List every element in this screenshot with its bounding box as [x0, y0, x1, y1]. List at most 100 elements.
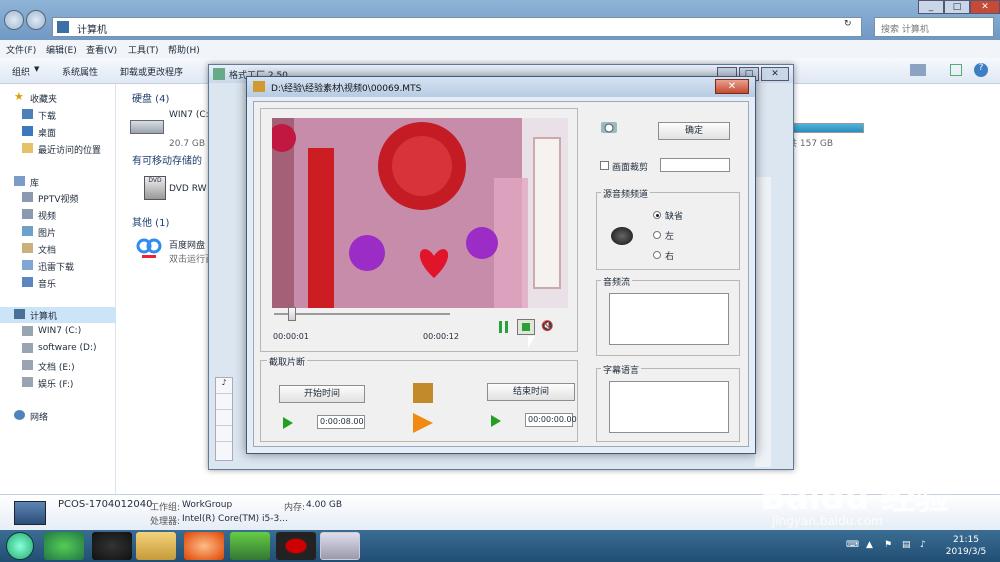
seek-slider-thumb[interactable]	[288, 307, 296, 321]
nav-libraries[interactable]: 库	[0, 174, 116, 190]
subtitle-list[interactable]	[609, 381, 729, 433]
other-section-header[interactable]: 其他 (1)	[132, 214, 169, 229]
baidu-netdisk-name[interactable]: 百度网盘	[169, 238, 205, 251]
taskbar-format-factory-icon[interactable]	[320, 532, 360, 560]
drive-size: 共 157 GB	[788, 139, 834, 149]
taskbar-firefox-icon[interactable]	[184, 532, 224, 560]
ff-close-button[interactable]: ✕	[761, 67, 789, 81]
forward-icon[interactable]	[26, 10, 46, 30]
nav-libraries-label: 库	[30, 179, 40, 189]
help-icon[interactable]: ?	[974, 63, 988, 77]
nav-item-label: 桌面	[38, 129, 57, 139]
nav-item-label: 图片	[38, 229, 57, 239]
start-button[interactable]	[6, 532, 34, 560]
taskbar-folder-icon[interactable]	[136, 532, 176, 560]
nav-network[interactable]: 网络	[0, 408, 116, 424]
baidu-watermark-url: jingyan.baidu.com	[772, 514, 883, 528]
preview-pane-icon[interactable]	[950, 64, 962, 76]
dvd-drive-icon: DVD	[144, 176, 166, 200]
ff-scrollbar[interactable]	[755, 177, 771, 467]
menu-help[interactable]: 帮助(H)	[168, 43, 200, 56]
seek-track[interactable]	[274, 313, 450, 315]
nav-item-video[interactable]: 视频	[0, 207, 116, 223]
ok-button[interactable]: 确定	[658, 122, 730, 140]
audio-stream-list[interactable]	[609, 293, 729, 345]
uninstall-button[interactable]: 卸载或更改程序	[120, 65, 183, 78]
ff-app-icon	[253, 81, 265, 92]
address-bar[interactable]: 计算机	[52, 17, 862, 37]
taskbar-qq-icon[interactable]	[92, 532, 132, 560]
nav-drive-f[interactable]: 娱乐 (F:)	[0, 375, 116, 391]
mute-icon[interactable]: 🔇	[541, 321, 553, 333]
channel-radio-left[interactable]	[653, 231, 661, 239]
view-options-icon[interactable]	[910, 64, 926, 76]
menu-edit[interactable]: 编辑(E)	[46, 43, 77, 56]
nav-item-documents[interactable]: 文档	[0, 241, 116, 257]
nav-item-downloads[interactable]: 下载	[0, 107, 116, 123]
drive-c-name[interactable]: WIN7 (C:)	[169, 110, 212, 120]
nav-drive-d[interactable]: software (D:)	[0, 341, 116, 357]
tray-network-icon[interactable]: ▤	[902, 540, 911, 550]
organize-button[interactable]: 组织	[12, 65, 30, 78]
ff-app-icon	[213, 68, 225, 80]
play-start-icon[interactable]	[283, 417, 293, 429]
nav-item-thunder[interactable]: 迅雷下载	[0, 258, 116, 274]
mouse-cursor-icon	[528, 336, 535, 348]
play-end-icon[interactable]	[491, 415, 501, 427]
search-placeholder: 搜索 计算机	[881, 25, 929, 35]
refresh-icon[interactable]: ↻	[844, 19, 858, 35]
crop-checkbox[interactable]	[600, 161, 609, 170]
tray-keyboard-icon[interactable]: ⌨	[846, 540, 859, 550]
audio-icon[interactable]: ♪	[216, 378, 232, 394]
hdd-section-header[interactable]: 硬盘 (4)	[132, 90, 169, 105]
library-icon	[14, 176, 25, 186]
end-time-input[interactable]: 00:00:00.00	[525, 413, 577, 427]
tray-volume-icon[interactable]: ♪	[920, 540, 926, 550]
tray-expand-icon[interactable]: ▲	[866, 540, 873, 550]
start-time-input[interactable]: 0:00:08.00	[317, 415, 365, 429]
taskbar-clock[interactable]: 21:15 2019/3/5	[936, 534, 996, 558]
back-icon[interactable]	[4, 10, 24, 30]
taskbar-pptv-icon[interactable]	[230, 532, 270, 560]
channel-radio-right[interactable]	[653, 251, 661, 259]
system-properties-button[interactable]: 系统属性	[62, 65, 98, 78]
video-preview	[272, 118, 568, 308]
disc-icon[interactable]	[216, 410, 232, 426]
tools-icon[interactable]	[216, 426, 232, 442]
search-input[interactable]: 搜索 计算机	[874, 17, 994, 37]
navigation-pane: ★ 收藏夹 下载 桌面 最近访问的位置 库 PPTV视频 视频 图片 文档 迅雷…	[0, 84, 116, 494]
nav-item-pictures[interactable]: 图片	[0, 224, 116, 240]
taskbar-app-360-icon[interactable]	[44, 532, 84, 560]
menu-file[interactable]: 文件(F)	[6, 43, 36, 56]
crop-input[interactable]	[660, 158, 730, 172]
audio-stream-group: 音频流	[596, 275, 740, 356]
minimize-button[interactable]: _	[918, 0, 944, 14]
menu-tools[interactable]: 工具(T)	[128, 43, 159, 56]
maximize-button[interactable]: □	[944, 0, 970, 14]
taskbar-recorder-icon[interactable]	[276, 532, 316, 560]
nav-drive-c[interactable]: WIN7 (C:)	[0, 324, 116, 340]
clip-dialog-close-button[interactable]: ✕	[715, 79, 749, 94]
nav-computer[interactable]: 计算机	[0, 307, 116, 323]
menu-view[interactable]: 查看(V)	[86, 43, 117, 56]
removable-section-header[interactable]: 有可移动存储的	[132, 152, 202, 167]
nav-favorites[interactable]: ★ 收藏夹	[0, 90, 116, 106]
dvd-drive-name[interactable]: DVD RW	[169, 184, 207, 194]
nav-item-recent[interactable]: 最近访问的位置	[0, 141, 116, 157]
organize-dropdown-icon[interactable]: ▼	[34, 65, 39, 73]
nav-drive-e[interactable]: 文档 (E:)	[0, 358, 116, 374]
clip-dialog-body: 00:00:01 00:00:12 🔇 截取片断 开始时间 结束时间 0:00:…	[253, 101, 749, 447]
end-time-button[interactable]: 结束时间	[487, 383, 575, 401]
nav-item-pptv[interactable]: PPTV视频	[0, 190, 116, 206]
tray-flag-icon[interactable]: ⚑	[884, 540, 892, 550]
picture-icon[interactable]	[216, 394, 232, 410]
clip-film-icon	[413, 383, 433, 403]
star-icon: ★	[14, 90, 24, 103]
channel-radio-default[interactable]	[653, 211, 661, 219]
close-button[interactable]: ✕	[970, 0, 1000, 14]
nav-item-music[interactable]: 音乐	[0, 275, 116, 291]
stop-button[interactable]	[517, 319, 535, 335]
start-time-button[interactable]: 开始时间	[279, 385, 365, 403]
nav-item-desktop[interactable]: 桌面	[0, 124, 116, 140]
pause-icon[interactable]	[499, 321, 509, 333]
